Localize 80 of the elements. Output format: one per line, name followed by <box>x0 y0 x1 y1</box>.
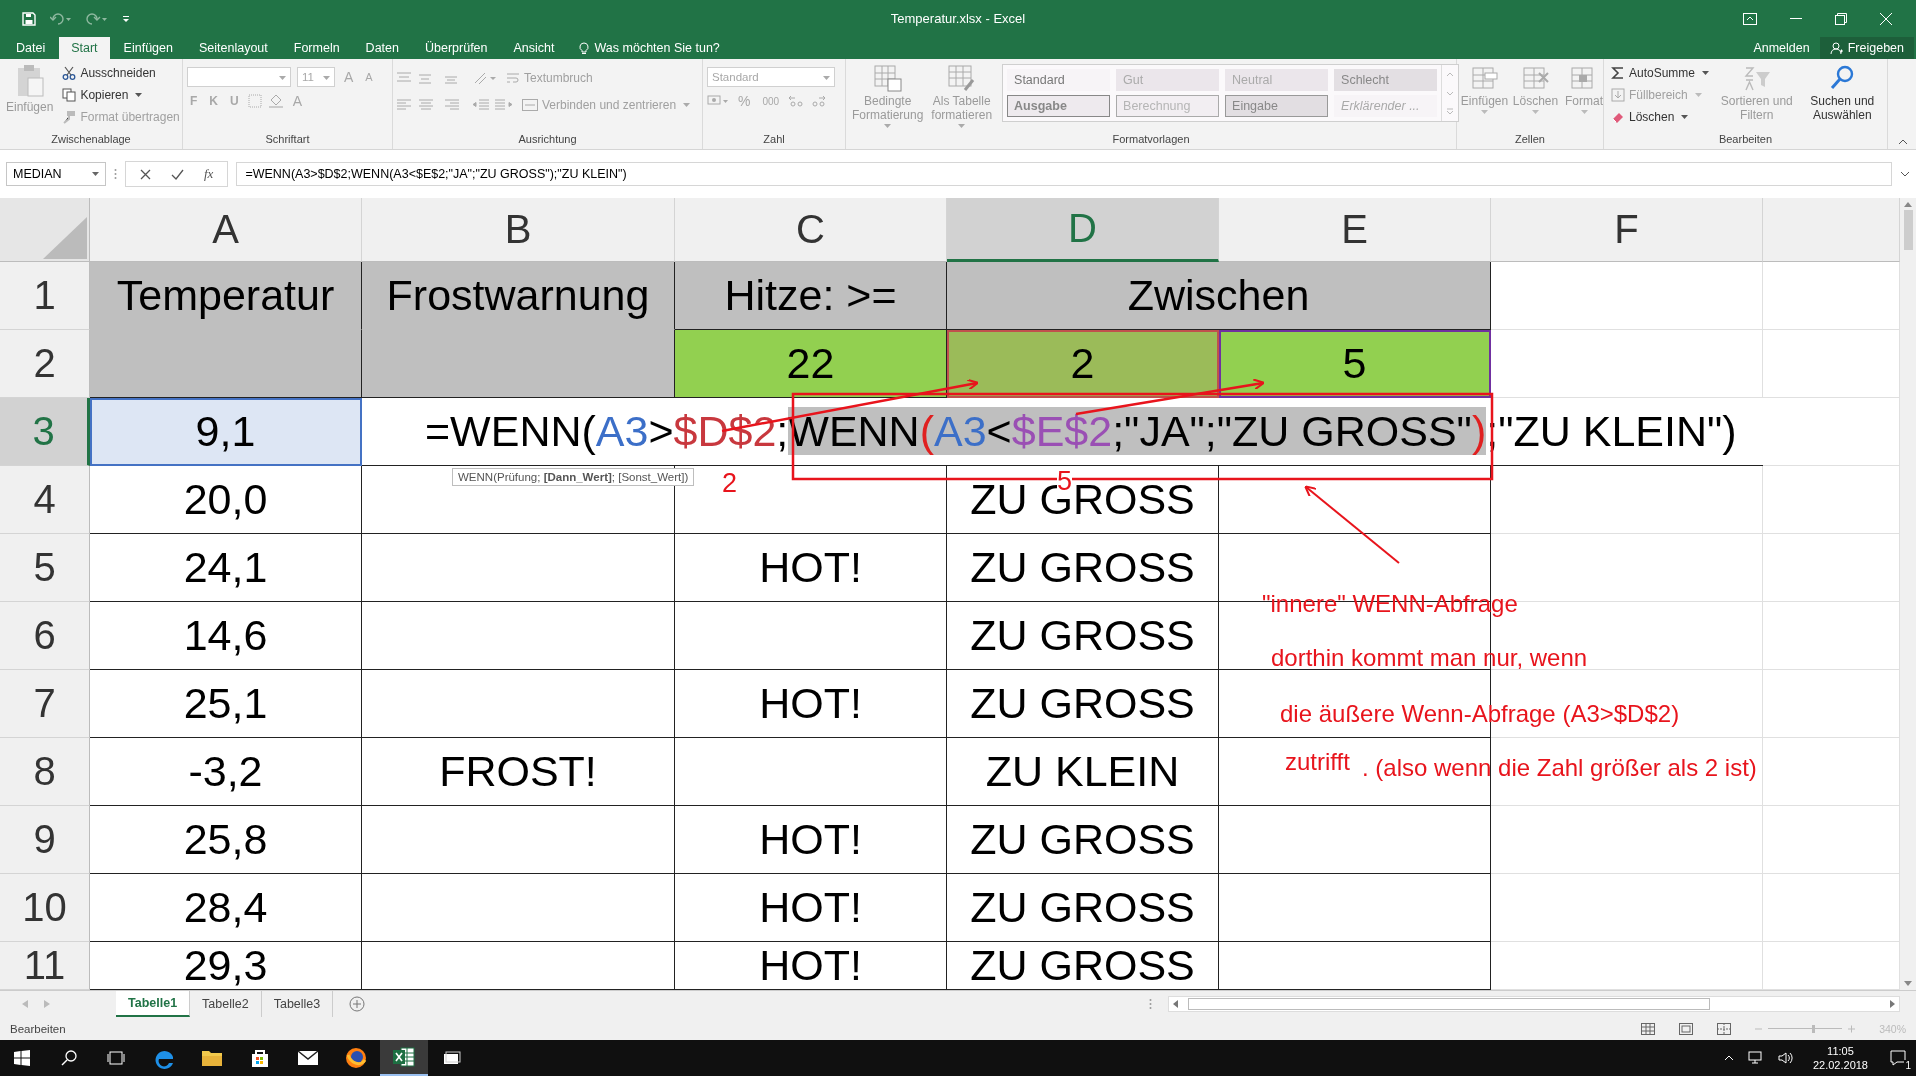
clock-date: 22.02.2018 <box>1812 1058 1868 1072</box>
table-cell: Temperatur <box>90 262 362 330</box>
cell-style-button[interactable]: Standard <box>1007 69 1111 91</box>
row-header[interactable]: 9 <box>0 806 90 874</box>
table-cell: ZU GROSS <box>947 602 1219 670</box>
formula-field[interactable]: =WENN(A3>$D$2;WENN(A3<$E$2;"JA";"ZU GROSS");"ZU KLEIN") <box>236 162 1892 186</box>
find-select-button[interactable]: Suchen und Auswählen <box>1801 62 1883 124</box>
row-header[interactable]: 5 <box>0 534 90 602</box>
ribbon-tab[interactable]: Seitenlayout <box>186 37 280 59</box>
table-cell: HOT! <box>675 670 947 738</box>
row-header[interactable]: 1 <box>0 262 90 330</box>
name-box[interactable]: MEDIAN <box>6 162 106 186</box>
ribbon-button[interactable]: Kopieren <box>59 84 183 105</box>
ribbon-button[interactable]: Ausschneiden <box>59 62 183 83</box>
insert-function-button[interactable]: fx <box>204 166 214 182</box>
table-cell: 28,4 <box>90 874 362 942</box>
group-label: Bearbeiten <box>1717 132 1774 147</box>
ribbon-tab[interactable]: Datei <box>4 37 58 59</box>
column-header[interactable]: F <box>1491 198 1763 262</box>
table-cell: 25,1 <box>90 670 362 738</box>
column-header[interactable]: C <box>675 198 947 262</box>
group-label: Schriftart <box>264 132 311 147</box>
notification-button[interactable]: 1 <box>1880 1040 1916 1076</box>
table-cell: ZU GROSS <box>947 670 1219 738</box>
table-cell: 24,1 <box>90 534 362 602</box>
table-cell: ZU GROSS <box>947 534 1219 602</box>
column-header[interactable]: A <box>90 198 362 262</box>
row-header[interactable]: 8 <box>0 738 90 806</box>
notification-count: 1 <box>1904 1060 1912 1071</box>
group-label: Ausrichtung <box>517 132 578 147</box>
function-tooltip: WENN(Prüfung; [Dann_Wert]; [Sonst_Wert]) <box>452 468 695 486</box>
table-cell: 22 <box>675 330 947 398</box>
row-header[interactable]: 11 <box>0 942 90 990</box>
table-cell: FROST! <box>362 738 675 806</box>
row-header[interactable]: 2 <box>0 330 90 398</box>
sign-in-link[interactable]: Anmelden <box>1743 37 1820 59</box>
group-label: Zahl <box>762 132 786 147</box>
column-header[interactable]: D <box>947 198 1219 262</box>
table-cell: 9,1 <box>90 398 362 466</box>
group-label: Zwischenablage <box>50 132 132 147</box>
table-cell: -3,2 <box>90 738 362 806</box>
table-cell: ZU GROSS <box>947 806 1219 874</box>
share-button[interactable]: Freigeben <box>1819 37 1914 59</box>
table-cell: HOT! <box>675 806 947 874</box>
table-cell: HOT! <box>675 874 947 942</box>
group-label: Zellen <box>1514 132 1546 147</box>
column-header[interactable]: B <box>362 198 675 262</box>
table-cell: 14,6 <box>90 602 362 670</box>
row-header[interactable]: 10 <box>0 874 90 942</box>
row-header[interactable]: 3 <box>0 398 90 466</box>
table-cell: ZU KLEIN <box>947 738 1219 806</box>
row-header[interactable]: 4 <box>0 466 90 534</box>
ribbon-tab[interactable]: Überprüfen <box>412 37 500 59</box>
ribbon-tab[interactable]: Daten <box>353 37 411 59</box>
ribbon-button[interactable]: AutoSumme <box>1608 62 1713 83</box>
window-title: Temperatur.xlsx - Excel <box>890 11 1026 26</box>
status-text: Bearbeiten <box>10 1022 66 1035</box>
table-cell: 25,8 <box>90 806 362 874</box>
table-cell: Frostwarnung <box>362 262 675 330</box>
sheet-tab[interactable]: Tabelle1 <box>116 991 191 1017</box>
table-cell: ZU GROSS <box>947 874 1219 942</box>
table-cell: HOT! <box>675 534 947 602</box>
clock[interactable]: 11:05 22.02.2018 <box>1812 1044 1868 1072</box>
column-header[interactable]: E <box>1219 198 1491 262</box>
annotation-text: . (also wenn die Zahl größer als 2 ist) <box>1362 754 1757 782</box>
table-cell: Zwischen <box>947 262 1491 330</box>
ribbon-tab[interactable]: Formeln <box>281 37 352 59</box>
group-label: Formatvorlagen <box>1111 132 1191 147</box>
tell-me-field[interactable]: Was möchten Sie tun? <box>568 37 720 59</box>
table-cell: 20,0 <box>90 466 362 534</box>
row-header[interactable]: 6 <box>0 602 90 670</box>
ribbon-tab[interactable]: Einfügen <box>111 37 185 59</box>
ribbon-button[interactable]: Löschen <box>1608 106 1713 127</box>
ribbon-tab[interactable]: Start <box>59 37 110 59</box>
row-header[interactable]: 7 <box>0 670 90 738</box>
cell-style-button[interactable]: Ausgabe <box>1007 95 1111 117</box>
annotation-text: zutrifft <box>1285 748 1350 776</box>
clock-time: 11:05 <box>1827 1044 1854 1058</box>
table-cell: Hitze: >= <box>675 262 947 330</box>
ribbon-tab[interactable]: Ansicht <box>501 37 567 59</box>
